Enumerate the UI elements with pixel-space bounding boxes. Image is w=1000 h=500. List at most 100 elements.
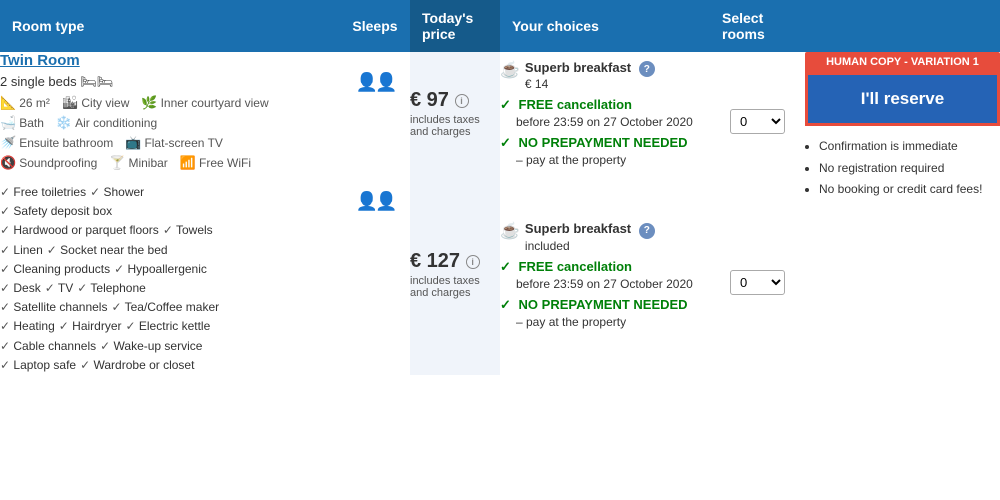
feature-soundproofing: 🔇 Soundproofing xyxy=(0,155,97,171)
cancel-detail-2: before 23:59 on 27 October 2020 xyxy=(500,277,710,291)
room-features-4: 🔇 Soundproofing 🍸 Minibar 📶 Free WiFi xyxy=(0,155,340,171)
cityview-icon: 🏙 xyxy=(62,95,79,111)
amenity-coffee: Tea/Coffee maker xyxy=(111,298,219,317)
amenity-linen: Linen xyxy=(0,241,43,260)
amenity-socket: Socket near the bed xyxy=(47,241,168,260)
price-amount-2: € 127 i xyxy=(410,250,500,273)
ensuite-icon: 🚿 xyxy=(0,135,16,151)
price-sub-1: includes taxes and charges xyxy=(410,114,500,138)
amenity-wardrobe: Wardrobe or closet xyxy=(80,356,194,375)
free-cancel-label-1: ✓ FREE cancellation xyxy=(500,97,710,113)
size-text: 26 m² xyxy=(19,96,50,110)
breakfast-help-icon-1[interactable]: ? xyxy=(639,61,655,77)
amenity-telephone: Telephone xyxy=(77,279,146,298)
amenity-heating: Heating xyxy=(0,317,55,336)
amenity-satellite: Satellite channels xyxy=(0,298,107,317)
no-prepay-label-1: ✓ NO PREPAYMENT NEEDED xyxy=(500,135,710,151)
breakfast-price-1: € 14 xyxy=(525,77,655,91)
breakfast-icon-2: ☕ xyxy=(500,221,520,241)
col-sleeps: Sleeps xyxy=(340,0,410,52)
amenity-safety-deposit: Safety deposit box xyxy=(0,204,112,218)
reserve-cell: HUMAN COPY - VARIATION 1 I'll reserve Co… xyxy=(805,52,1000,375)
price-amount-1: € 97 i xyxy=(410,89,500,112)
amenity-kettle: Electric kettle xyxy=(126,317,211,336)
feature-ac: ❄️ Air conditioning xyxy=(56,115,157,131)
feature-bath: 🛁 Bath xyxy=(0,115,44,131)
table-header: Room type Sleeps Today's price Your choi… xyxy=(0,0,1000,52)
amenity-shower: Shower xyxy=(90,183,144,202)
sleeps-icons: 👤👤 xyxy=(356,72,395,92)
no-prepay-row-1: ✓ NO PREPAYMENT NEEDED – pay at the prop… xyxy=(500,135,710,167)
room-name-link[interactable]: Twin Room xyxy=(0,52,80,69)
price-info-icon-1[interactable]: i xyxy=(455,94,469,108)
breakfast-label-text: Superb breakfast xyxy=(525,60,631,75)
benefits-list: Confirmation is immediate No registratio… xyxy=(805,136,1000,201)
feature-courtyard: 🌿 Inner courtyard view xyxy=(141,95,268,111)
amenity-hairdryer: Hairdryer xyxy=(59,317,122,336)
free-cancel-text-1: FREE cancellation xyxy=(519,97,632,112)
price-info-icon-2[interactable]: i xyxy=(466,255,480,269)
ac-icon: ❄️ xyxy=(56,115,72,131)
price-value-1: € 97 xyxy=(410,89,449,111)
bath-icon: 🛁 xyxy=(0,115,16,131)
choices-cell-2: ☕ Superb breakfast ? included ✓ FREE can… xyxy=(500,175,710,375)
col-choices: Your choices xyxy=(500,0,710,52)
breakfast-row-2: ☕ Superb breakfast ? included xyxy=(500,221,710,253)
amenity-cleaning: Cleaning products xyxy=(0,260,110,279)
soundproofing-icon: 🔇 xyxy=(0,155,16,171)
green-check-icon-1: ✓ xyxy=(500,97,511,112)
price-value-2: € 127 xyxy=(410,250,460,272)
bed-info: 2 single beds 🛏🛏 xyxy=(0,74,340,90)
breakfast-icon-1: ☕ xyxy=(500,60,520,80)
room-select-2[interactable]: 0 1 2 3 4 5 xyxy=(730,270,785,295)
amenity-laptop: Laptop safe xyxy=(0,356,76,375)
price-cell-2: € 127 i includes taxes and charges xyxy=(410,175,500,375)
sleeps-cell-1: 👤👤 xyxy=(340,52,410,175)
sleeps-icons-2: 👤👤 xyxy=(356,191,395,211)
feature-size: 📐 26 m² xyxy=(0,95,50,111)
free-cancel-text-2: FREE cancellation xyxy=(519,259,632,274)
reserve-button[interactable]: I'll reserve xyxy=(805,72,1000,126)
green-check-icon-2: ✓ xyxy=(500,135,511,150)
breakfast-row-1: ☕ Superb breakfast ? € 14 xyxy=(500,60,710,92)
breakfast-help-icon-2[interactable]: ? xyxy=(639,223,655,239)
col-reserve xyxy=(805,0,1000,52)
free-cancel-row-1: ✓ FREE cancellation before 23:59 on 27 O… xyxy=(500,97,710,129)
price-cell-1: € 97 i includes taxes and charges xyxy=(410,52,500,175)
amenity-checklist: Free toiletries Shower Safety deposit bo… xyxy=(0,183,340,375)
room-features: 📐 26 m² 🏙 City view 🌿 Inner courtyard vi… xyxy=(0,95,340,111)
prepay-detail-1: – pay at the property xyxy=(500,153,710,167)
soundproofing-text: Soundproofing xyxy=(19,156,97,170)
room-select-1[interactable]: 0 1 2 3 4 5 xyxy=(730,109,785,134)
no-prepay-text-2: NO PREPAYMENT NEEDED xyxy=(519,297,688,312)
no-prepay-row-2: ✓ NO PREPAYMENT NEEDED – pay at the prop… xyxy=(500,297,710,329)
sleeps-cell-2: 👤👤 xyxy=(340,175,410,375)
amenity-hypoallergenic: Hypoallergenic xyxy=(114,260,207,279)
choices-cell-1: ☕ Superb breakfast ? € 14 ✓ FREE cancell… xyxy=(500,52,710,175)
amenity-cable: Cable channels xyxy=(0,337,96,356)
breakfast-label-text-2: Superb breakfast xyxy=(525,221,631,236)
amenity-desk: Desk xyxy=(0,279,41,298)
table-row: Twin Room 2 single beds 🛏🛏 📐 26 m² 🏙 Cit… xyxy=(0,52,1000,175)
minibar-text: Minibar xyxy=(128,156,167,170)
room-info-cell: Twin Room 2 single beds 🛏🛏 📐 26 m² 🏙 Cit… xyxy=(0,52,340,175)
select-cell-1: 0 1 2 3 4 5 xyxy=(710,52,805,175)
cancel-detail-1: before 23:59 on 27 October 2020 xyxy=(500,115,710,129)
human-copy-badge: HUMAN COPY - VARIATION 1 xyxy=(805,52,1000,72)
benefit-3: No booking or credit card fees! xyxy=(819,179,1000,201)
amenity-wakeup: Wake-up service xyxy=(100,337,202,356)
feature-city-view: 🏙 City view xyxy=(62,95,130,111)
col-room-type: Room type xyxy=(0,0,340,52)
feature-wifi: 📶 Free WiFi xyxy=(180,155,251,171)
feature-ensuite: 🚿 Ensuite bathroom xyxy=(0,135,113,151)
courtyard-icon: 🌿 xyxy=(141,95,157,111)
no-prepay-text-1: NO PREPAYMENT NEEDED xyxy=(519,135,688,150)
wifi-icon: 📶 xyxy=(180,155,196,171)
amenity-free-toiletries: Free toiletries xyxy=(0,183,86,202)
bath-text: Bath xyxy=(19,116,44,130)
no-prepay-label-2: ✓ NO PREPAYMENT NEEDED xyxy=(500,297,710,313)
breakfast-included-2: included xyxy=(525,239,655,253)
amenity-hardwood: Hardwood or parquet floors xyxy=(0,221,159,240)
tv-icon: 📺 xyxy=(125,135,141,151)
free-cancel-label-2: ✓ FREE cancellation xyxy=(500,259,710,275)
